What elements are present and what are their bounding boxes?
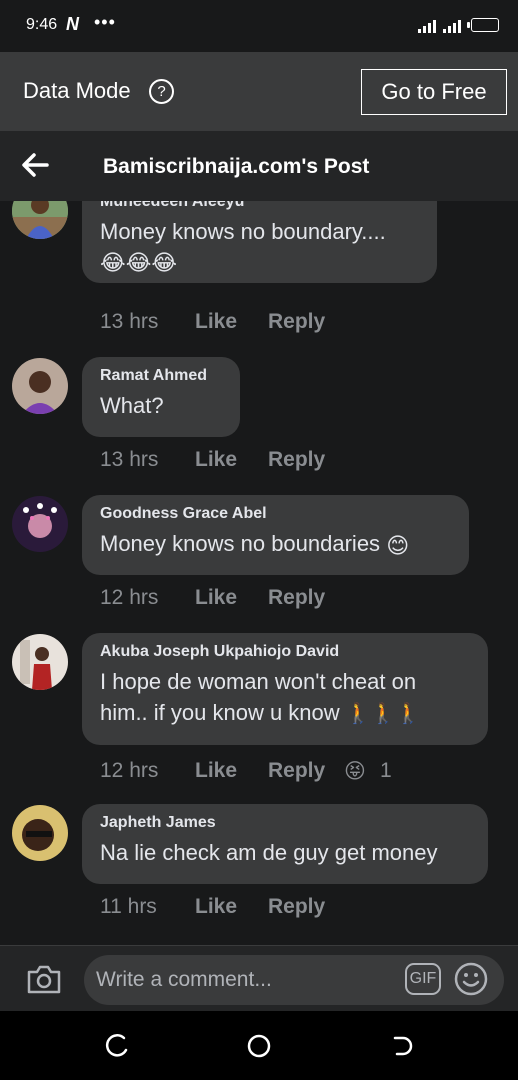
go-to-free-button[interactable]: Go to Free — [361, 69, 507, 115]
camera-icon[interactable] — [26, 963, 62, 995]
n-app-icon: N — [66, 14, 79, 34]
comment-text-line2: him.. if you know u know — [100, 700, 340, 725]
avatar[interactable] — [12, 496, 68, 552]
comment-emoji: 😂😂😂 — [100, 250, 178, 275]
comment-text-row: Money knows no boundaries 😊 — [100, 528, 451, 561]
comment-time: 13 hrs — [100, 310, 159, 333]
like-button[interactable]: Like — [195, 759, 237, 783]
smiley-icon[interactable] — [454, 962, 488, 996]
status-bar: 9:46 N ••• — [0, 0, 518, 52]
question-circle-icon[interactable]: ? — [149, 79, 174, 104]
reaction-count: 1 — [380, 759, 392, 782]
data-mode-label: Data Mode — [23, 78, 131, 103]
comment-time: 12 hrs — [100, 759, 159, 782]
commenter-name[interactable]: Akuba Joseph Ukpahiojo David — [100, 642, 470, 662]
post-header: Bamiscribnaija.com's Post — [0, 131, 518, 201]
like-button[interactable]: Like — [195, 448, 237, 472]
signal-4g-icon — [443, 17, 463, 33]
comment-bubble[interactable]: Akuba Joseph Ukpahiojo David I hope de w… — [82, 633, 488, 745]
comment-list[interactable]: Muheedeen Aleeyu Money knows no boundary… — [0, 201, 518, 945]
comment-text: Na lie check am de guy get money — [100, 840, 438, 865]
page-title: Bamiscribnaija.com's Post — [103, 155, 370, 178]
walking-emoji: 🚶🚶🚶 — [345, 702, 421, 725]
data-mode-bar: Data Mode ? Go to Free — [0, 52, 518, 131]
comment-bubble[interactable]: Ramat Ahmed What? — [82, 357, 240, 437]
comment-time: 11 hrs — [100, 895, 157, 918]
comment-time: 12 hrs — [100, 586, 159, 609]
reply-button[interactable]: Reply — [268, 586, 325, 610]
avatar[interactable] — [12, 201, 68, 239]
reply-button[interactable]: Reply — [268, 759, 325, 783]
status-time: 9:46 — [26, 16, 58, 33]
home-circle-icon[interactable] — [246, 1033, 272, 1059]
commenter-name[interactable]: Muheedeen Aleeyu — [100, 201, 419, 212]
avatar[interactable] — [12, 634, 68, 690]
like-button[interactable]: Like — [195, 895, 237, 919]
commenter-name[interactable]: Japheth James — [100, 813, 470, 833]
comment-bubble[interactable]: Muheedeen Aleeyu Money knows no boundary… — [82, 201, 437, 283]
commenter-name[interactable]: Ramat Ahmed — [100, 366, 222, 386]
reply-button[interactable]: Reply — [268, 448, 325, 472]
back-nav-icon[interactable] — [390, 1033, 416, 1059]
like-button[interactable]: Like — [195, 310, 237, 334]
avatar[interactable] — [12, 358, 68, 414]
comment-text-row: him.. if you know u know 🚶🚶🚶 — [100, 697, 470, 730]
system-nav-bar — [0, 1011, 518, 1080]
comment-text: Money knows no boundaries — [100, 531, 381, 556]
gif-icon[interactable]: GIF — [405, 963, 441, 995]
reply-button[interactable]: Reply — [268, 310, 325, 334]
recent-apps-icon[interactable] — [104, 1033, 130, 1059]
comment-time: 13 hrs — [100, 448, 159, 471]
reaction-emoji-icon[interactable]: 😝 — [344, 759, 366, 784]
reply-button[interactable]: Reply — [268, 895, 325, 919]
comment-text: What? — [100, 393, 164, 418]
more-notifications-icon: ••• — [94, 12, 116, 32]
avatar[interactable] — [12, 805, 68, 861]
commenter-name[interactable]: Goodness Grace Abel — [100, 504, 451, 524]
smiling-emoji: 😊 — [386, 532, 410, 558]
comment-bubble[interactable]: Japheth James Na lie check am de guy get… — [82, 804, 488, 884]
comment-text-line1: I hope de woman won't cheat on — [100, 669, 417, 694]
comment-composer: GIF — [0, 945, 518, 1012]
comment-text: Money knows no boundary.... — [100, 219, 386, 244]
arrow-left-icon[interactable] — [20, 151, 50, 179]
signal-icon — [418, 17, 438, 33]
like-button[interactable]: Like — [195, 586, 237, 610]
comment-input[interactable] — [84, 955, 504, 1005]
comment-bubble[interactable]: Goodness Grace Abel Money knows no bound… — [82, 495, 469, 575]
battery-icon — [467, 18, 499, 32]
